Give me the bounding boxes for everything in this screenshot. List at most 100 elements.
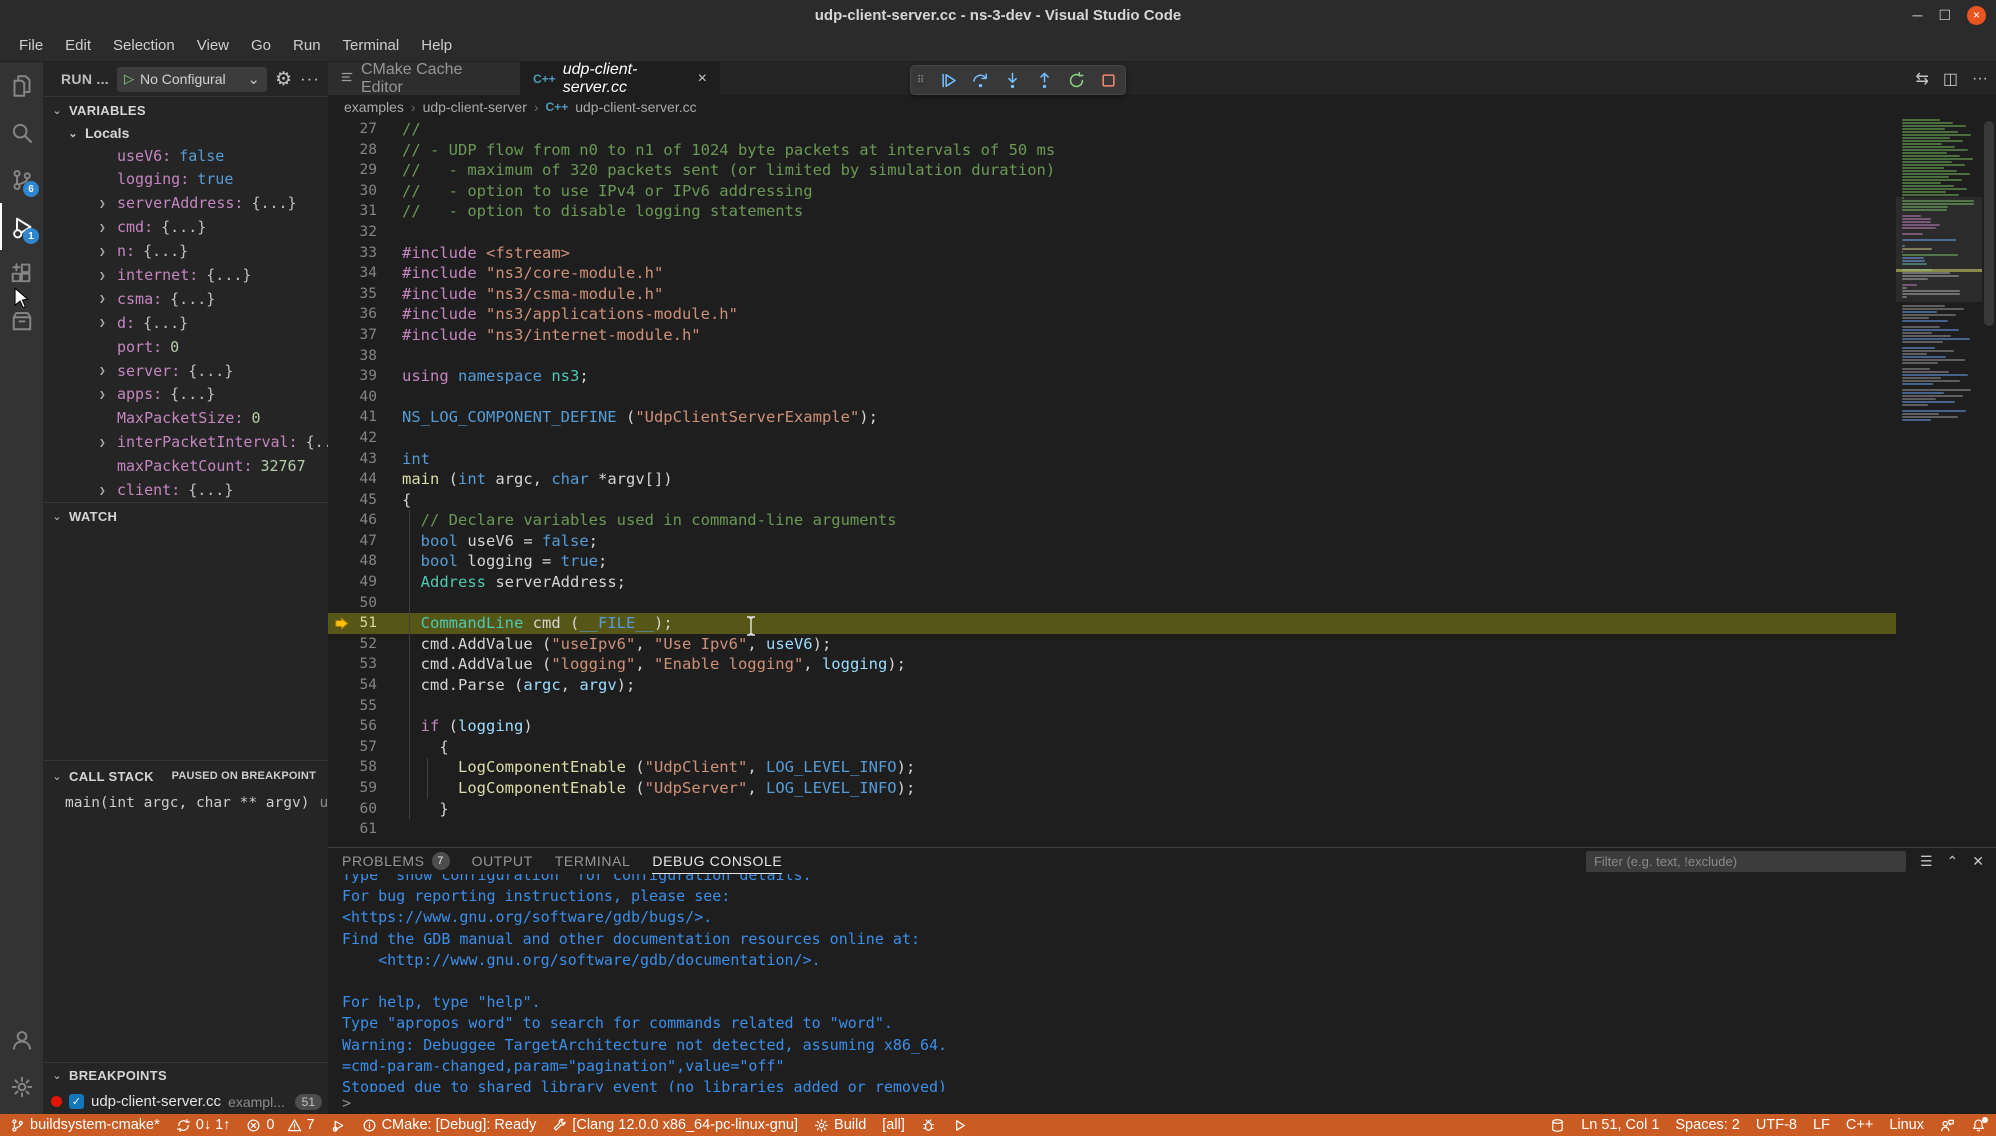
line-number[interactable]: 34 [328, 263, 377, 284]
menu-item-help[interactable]: Help [410, 33, 463, 59]
code-line-36[interactable]: 36#include "ns3/applications-module.h" [328, 304, 1896, 325]
chevron-right-icon[interactable]: ❯ [99, 364, 117, 377]
variable-row[interactable]: useV6:false [43, 144, 328, 168]
code-line-52[interactable]: 52 cmd.AddValue ("useIpv6", "Use Ipv6", … [328, 634, 1896, 655]
variable-row[interactable]: port:0 [43, 335, 328, 359]
menu-item-terminal[interactable]: Terminal [332, 33, 411, 59]
line-number[interactable]: 53 [328, 654, 377, 675]
line-number[interactable]: 38 [328, 346, 377, 367]
line-number[interactable]: 44 [328, 469, 377, 490]
menu-item-edit[interactable]: Edit [54, 33, 102, 59]
line-number[interactable]: 59 [328, 778, 377, 799]
code-line-47[interactable]: 47 bool useV6 = false; [328, 531, 1896, 552]
variable-row[interactable]: ❯n:{...} [43, 239, 328, 263]
line-number[interactable]: 42 [328, 428, 377, 449]
variable-row[interactable]: ❯server:{...} [43, 359, 328, 383]
chevron-right-icon[interactable]: ❯ [99, 292, 117, 305]
code-line-50[interactable]: 50 [328, 593, 1896, 614]
variable-row[interactable]: logging:true [43, 168, 328, 192]
code-line-49[interactable]: 49 Address serverAddress; [328, 572, 1896, 593]
menu-item-run[interactable]: Run [282, 33, 332, 59]
line-number[interactable]: 50 [328, 593, 377, 614]
variable-row[interactable]: maxPacketCount:32767 [43, 454, 328, 478]
status-item-feedback[interactable] [1940, 1118, 1955, 1133]
line-number[interactable]: 48 [328, 551, 377, 572]
code-editor[interactable]: 27//28// - UDP flow from n0 to n1 of 102… [328, 119, 1996, 847]
line-number[interactable]: 30 [328, 181, 377, 202]
code-line-45[interactable]: 45{ [328, 490, 1896, 511]
code-line-32[interactable]: 32 [328, 222, 1896, 243]
activity-item-cmake[interactable] [0, 297, 43, 344]
chevron-right-icon[interactable]: ❯ [99, 436, 117, 449]
panel-tab-output[interactable]: OUTPUT [472, 848, 533, 874]
stack-frame[interactable]: main(int argc, char ** argv) u. [43, 791, 328, 815]
chevron-right-icon[interactable]: ❯ [99, 221, 117, 234]
line-number[interactable]: 57 [328, 737, 377, 758]
menu-item-go[interactable]: Go [240, 33, 282, 59]
activity-item-explorer[interactable] [0, 62, 43, 109]
code-line-51[interactable]: 51 CommandLine cmd (__FILE__); [328, 613, 1896, 634]
variable-row[interactable]: ❯client:{...} [43, 478, 328, 502]
status-item-database[interactable] [1550, 1118, 1565, 1133]
line-number[interactable]: 41 [328, 407, 377, 428]
line-number[interactable]: 31 [328, 201, 377, 222]
chevron-right-icon[interactable]: ❯ [99, 316, 117, 329]
debug-settings-gear-icon[interactable]: ⚙ [275, 68, 292, 91]
code-line-53[interactable]: 53 cmd.AddValue ("logging", "Enable logg… [328, 654, 1896, 675]
status-item--all-[interactable]: [all] [882, 1117, 905, 1133]
code-line-38[interactable]: 38 [328, 346, 1896, 367]
variable-row[interactable]: ❯apps:{...} [43, 383, 328, 407]
status-item-bell[interactable] [1971, 1118, 1986, 1133]
maximize-icon[interactable]: ☐ [1938, 8, 1951, 22]
code-line-40[interactable]: 40 [328, 387, 1896, 408]
code-line-35[interactable]: 35#include "ns3/csma-module.h" [328, 284, 1896, 305]
status-item-play[interactable] [952, 1118, 967, 1133]
code-line-61[interactable]: 61 [328, 819, 1896, 840]
code-line-34[interactable]: 34#include "ns3/core-module.h" [328, 263, 1896, 284]
code-line-46[interactable]: 46 // Declare variables used in command-… [328, 510, 1896, 531]
variable-row[interactable]: ❯interPacketInterval:{...} [43, 430, 328, 454]
status-item-gear[interactable]: Build [814, 1117, 866, 1133]
step-over-button[interactable] [969, 69, 991, 91]
activity-item-settings[interactable] [0, 1063, 43, 1110]
close-icon[interactable]: × [1967, 6, 1986, 25]
line-number[interactable]: 52 [328, 634, 377, 655]
panel-tab-terminal[interactable]: TERMINAL [555, 848, 631, 874]
code-line-57[interactable]: 57 { [328, 737, 1896, 758]
line-number[interactable]: 40 [328, 387, 377, 408]
breakpoints-header[interactable]: ⌄ BREAKPOINTS [43, 1063, 328, 1089]
restart-button[interactable] [1065, 69, 1087, 91]
status-item-tools[interactable]: [Clang 12.0.0 x86_64-pc-linux-gnu] [552, 1117, 798, 1133]
debug-console-output[interactable]: Type "show configuration" for configurat… [328, 874, 1996, 1092]
variables-header[interactable]: ⌄ VARIABLES [43, 97, 328, 123]
locals-scope[interactable]: ⌄ Locals [43, 123, 328, 144]
code-line-43[interactable]: 43int [328, 449, 1896, 470]
editor-tab-udp-client-server-cc[interactable]: C++udp-client-server.cc× [521, 62, 720, 95]
code-line-27[interactable]: 27// [328, 119, 1896, 140]
call-stack-header[interactable]: ⌄ CALL STACK PAUSED ON BREAKPOINT [43, 761, 328, 791]
activity-item-extensions[interactable] [0, 250, 43, 297]
line-number[interactable]: 37 [328, 325, 377, 346]
menu-item-selection[interactable]: Selection [102, 33, 186, 59]
debug-console-input[interactable]: > [328, 1092, 1996, 1114]
activity-item-run-and-debug[interactable]: 1 [0, 203, 43, 250]
code-line-31[interactable]: 31// - option to disable logging stateme… [328, 201, 1896, 222]
panel-tab-problems[interactable]: PROBLEMS7 [342, 848, 450, 874]
breadcrumb-item[interactable]: udp-client-server [423, 99, 527, 115]
chevron-right-icon[interactable]: ❯ [99, 269, 117, 282]
maximize-panel-icon[interactable]: ⌃ [1947, 853, 1959, 870]
status-item-linux[interactable]: Linux [1889, 1117, 1924, 1133]
code-line-37[interactable]: 37#include "ns3/internet-module.h" [328, 325, 1896, 346]
console-filter-input[interactable] [1586, 851, 1906, 872]
code-line-60[interactable]: 60 } [328, 799, 1896, 820]
variable-row[interactable]: ❯serverAddress:{...} [43, 191, 328, 215]
code-line-29[interactable]: 29// - maximum of 320 packets sent (or l… [328, 160, 1896, 181]
more-actions-icon[interactable]: ··· [1972, 70, 1988, 88]
line-number[interactable]: 33 [328, 243, 377, 264]
line-number[interactable]: 27 [328, 119, 377, 140]
minimize-icon[interactable]: ─ [1913, 8, 1923, 22]
menu-item-file[interactable]: File [8, 33, 54, 59]
variable-row[interactable]: ❯d:{...} [43, 311, 328, 335]
line-number[interactable]: 39 [328, 366, 377, 387]
line-number[interactable]: 61 [328, 819, 377, 840]
